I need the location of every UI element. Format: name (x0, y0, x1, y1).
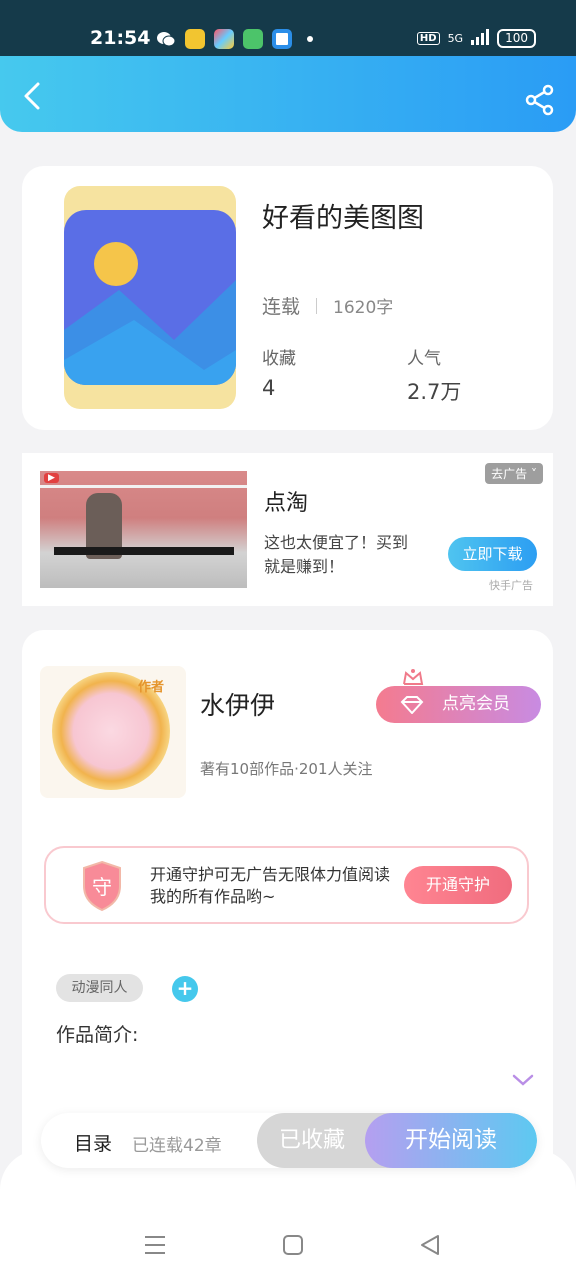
popularity-value: 2.7万 (407, 380, 462, 404)
diamond-icon (400, 696, 424, 715)
app-blue-icon (272, 29, 292, 49)
guard-banner: 守 开通守护可无广告无限体力值阅读我的所有作品哟~ 开通守护 (44, 846, 529, 924)
signal-label: 5G (447, 32, 464, 45)
add-tag-button[interactable]: + (172, 976, 198, 1002)
chevron-down-icon: ˅ (531, 467, 537, 481)
ad-image-curtain (40, 485, 247, 555)
chevron-left-icon (24, 82, 40, 110)
battery-indicator: 100 (497, 29, 536, 48)
ad-image-badge: ▶ (44, 473, 59, 483)
book-info-card: 好看的美图图 连载 1620字 收藏 4 人气 2.7万 (22, 166, 553, 430)
svg-text:守: 守 (92, 875, 112, 899)
more-notifications-dot (307, 36, 313, 42)
tag-chip[interactable]: 动漫同人 (56, 974, 143, 1002)
author-card: 作者 水伊伊 著有10部作品·201人关注 点亮会员 守 开通守护可无广告无限体… (22, 630, 553, 1190)
open-guard-button[interactable]: 开通守护 (404, 866, 512, 904)
author-stats: 著有10部作品·201人关注 (200, 760, 373, 778)
app-yellow-icon (185, 29, 205, 49)
favorites-value: 4 (262, 376, 276, 400)
status-bar: 21:54 HD 5G 100 (0, 0, 576, 58)
ad-title: 点淘 (264, 491, 309, 516)
expand-chevron-icon[interactable] (512, 1072, 534, 1088)
back-button[interactable] (18, 80, 48, 112)
back-triangle-icon[interactable] (418, 1232, 444, 1258)
word-count: 1620字 (333, 298, 394, 318)
hd-badge: HD (416, 32, 440, 45)
status-right: HD 5G 100 (416, 29, 536, 48)
author-avatar[interactable]: 作者 (40, 666, 186, 798)
menu-icon[interactable] (142, 1232, 168, 1258)
ad-download-button[interactable]: 立即下载 (448, 537, 537, 571)
meta-divider (316, 297, 318, 314)
app-colorful-icon (214, 29, 234, 49)
system-nav-bar (0, 1150, 576, 1280)
ad-image[interactable]: ▶ (40, 471, 247, 588)
book-status: 连载 (262, 296, 301, 318)
notification-icons (156, 29, 313, 49)
avatar-author-tag: 作者 (138, 680, 165, 695)
toc-button[interactable]: 目录 (74, 1129, 112, 1156)
bottom-action-bar: 目录 已连载42章 已收藏 开始阅读 (41, 1113, 537, 1168)
share-button[interactable] (524, 84, 556, 116)
popularity-label: 人气 (407, 349, 441, 369)
ad-description: 这也太便宜了！买到就是赚到！ (264, 533, 409, 576)
guard-description: 开通守护可无广告无限体力值阅读我的所有作品哟~ (150, 865, 391, 906)
crown-icon (402, 668, 424, 686)
ad-source: 快手广告 (489, 579, 533, 592)
app-green-icon (243, 29, 263, 49)
chapter-count: 已连载42章 (132, 1136, 222, 1156)
guard-shield-icon: 守 (76, 858, 128, 912)
author-name[interactable]: 水伊伊 (200, 686, 275, 722)
header-bar (0, 56, 576, 132)
status-time: 21:54 (90, 27, 151, 49)
signal-icon (471, 29, 490, 48)
mountain-shape (64, 280, 236, 385)
ad-image-caption-strip (54, 547, 234, 555)
book-meta: 连载 1620字 (262, 292, 393, 319)
intro-label: 作品简介: (56, 1024, 139, 1046)
wechat-icon (156, 29, 176, 49)
ad-banner[interactable]: ▶ 点淘 这也太便宜了！买到就是赚到！ 去广告 ˅ 立即下载 快手广告 (22, 453, 553, 606)
share-icon (525, 84, 554, 116)
book-title: 好看的美图图 (262, 203, 424, 234)
start-reading-button[interactable]: 开始阅读 (365, 1113, 537, 1168)
home-square-icon[interactable] (280, 1232, 306, 1258)
image-placeholder-icon (64, 210, 236, 385)
book-cover[interactable] (64, 186, 236, 409)
favorites-label: 收藏 (262, 349, 296, 369)
remove-ad-button[interactable]: 去广告 ˅ (485, 463, 543, 484)
remove-ad-label: 去广告 (491, 467, 528, 481)
